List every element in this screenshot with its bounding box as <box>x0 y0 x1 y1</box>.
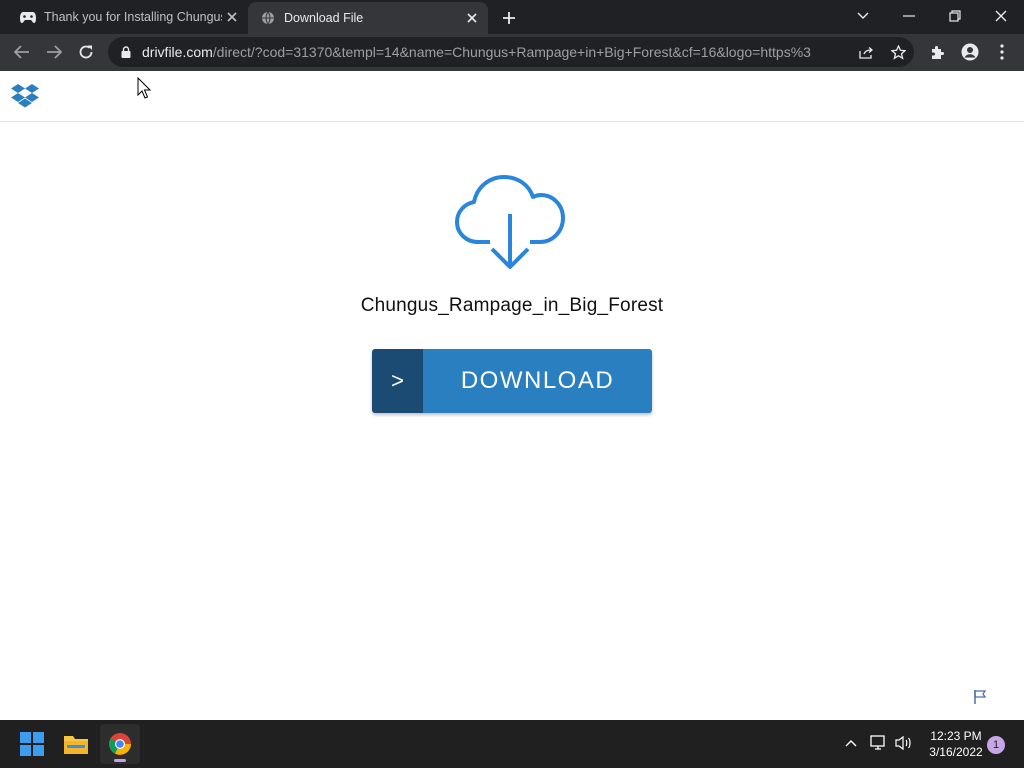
mouse-cursor-icon <box>137 76 152 99</box>
system-clock[interactable]: 12:23 PM 3/16/2022 <box>922 728 990 760</box>
cloud-download-icon <box>452 172 568 272</box>
tab-title: Thank you for Installing Chungus <box>44 10 222 24</box>
close-tab-icon[interactable] <box>462 8 482 28</box>
tab-title: Download File <box>284 11 364 25</box>
tab-thank-you[interactable]: Thank you for Installing Chungus <box>8 0 248 34</box>
close-tab-icon[interactable] <box>222 7 242 27</box>
file-explorer-icon[interactable] <box>56 724 96 764</box>
clock-time: 12:23 PM <box>930 729 982 743</box>
minimize-icon[interactable] <box>886 0 932 32</box>
site-header <box>0 71 1024 122</box>
volume-icon[interactable] <box>893 732 915 754</box>
reload-icon[interactable] <box>72 38 100 66</box>
profile-avatar-icon[interactable] <box>956 38 984 66</box>
back-arrow-icon[interactable] <box>8 38 36 66</box>
windows-taskbar: 12:23 PM 3/16/2022 <box>0 720 1024 768</box>
chevron-up-icon[interactable] <box>840 732 862 754</box>
url-path: /direct/?cod=31370&templ=14&name=Chungus… <box>212 44 812 60</box>
bookmark-star-icon[interactable] <box>888 42 908 62</box>
download-button[interactable]: > DOWNLOAD <box>372 349 652 413</box>
url-host: drivfile.com <box>142 44 213 60</box>
restore-icon[interactable] <box>932 0 978 32</box>
notification-badge[interactable]: 1 <box>987 736 1005 754</box>
browser-menu-icon[interactable] <box>988 38 1016 66</box>
forward-arrow-icon[interactable] <box>40 38 68 66</box>
network-icon[interactable] <box>868 732 890 754</box>
browser-titlebar: Thank you for Installing Chungus Downloa… <box>0 0 1024 34</box>
report-flag-icon[interactable] <box>972 689 988 705</box>
download-label: DOWNLOAD <box>423 349 652 413</box>
new-tab-button[interactable] <box>498 7 520 29</box>
active-indicator <box>114 759 126 762</box>
file-name: Chungus_Rampage_in_Big_Forest <box>360 295 664 316</box>
close-window-icon[interactable] <box>978 0 1024 32</box>
globe-icon <box>260 10 276 26</box>
clock-date: 3/16/2022 <box>929 745 983 759</box>
tab-download-file[interactable]: Download File <box>248 2 488 34</box>
lock-icon[interactable] <box>116 42 136 62</box>
extensions-puzzle-icon[interactable] <box>924 38 952 66</box>
browser-toolbar: drivfile.com/direct/?cod=31370&templ=14&… <box>0 34 1024 71</box>
download-arrow: > <box>372 349 423 413</box>
share-icon[interactable] <box>856 42 876 62</box>
chrome-icon[interactable] <box>100 724 140 764</box>
dropbox-logo-icon[interactable] <box>10 81 40 111</box>
address-bar[interactable]: drivfile.com/direct/?cod=31370&templ=14&… <box>108 37 914 67</box>
gamepad-icon <box>20 9 36 25</box>
url-text[interactable]: drivfile.com/direct/?cod=31370&templ=14&… <box>142 37 812 67</box>
start-icon[interactable] <box>12 724 52 764</box>
tab-search-icon[interactable] <box>840 0 886 32</box>
